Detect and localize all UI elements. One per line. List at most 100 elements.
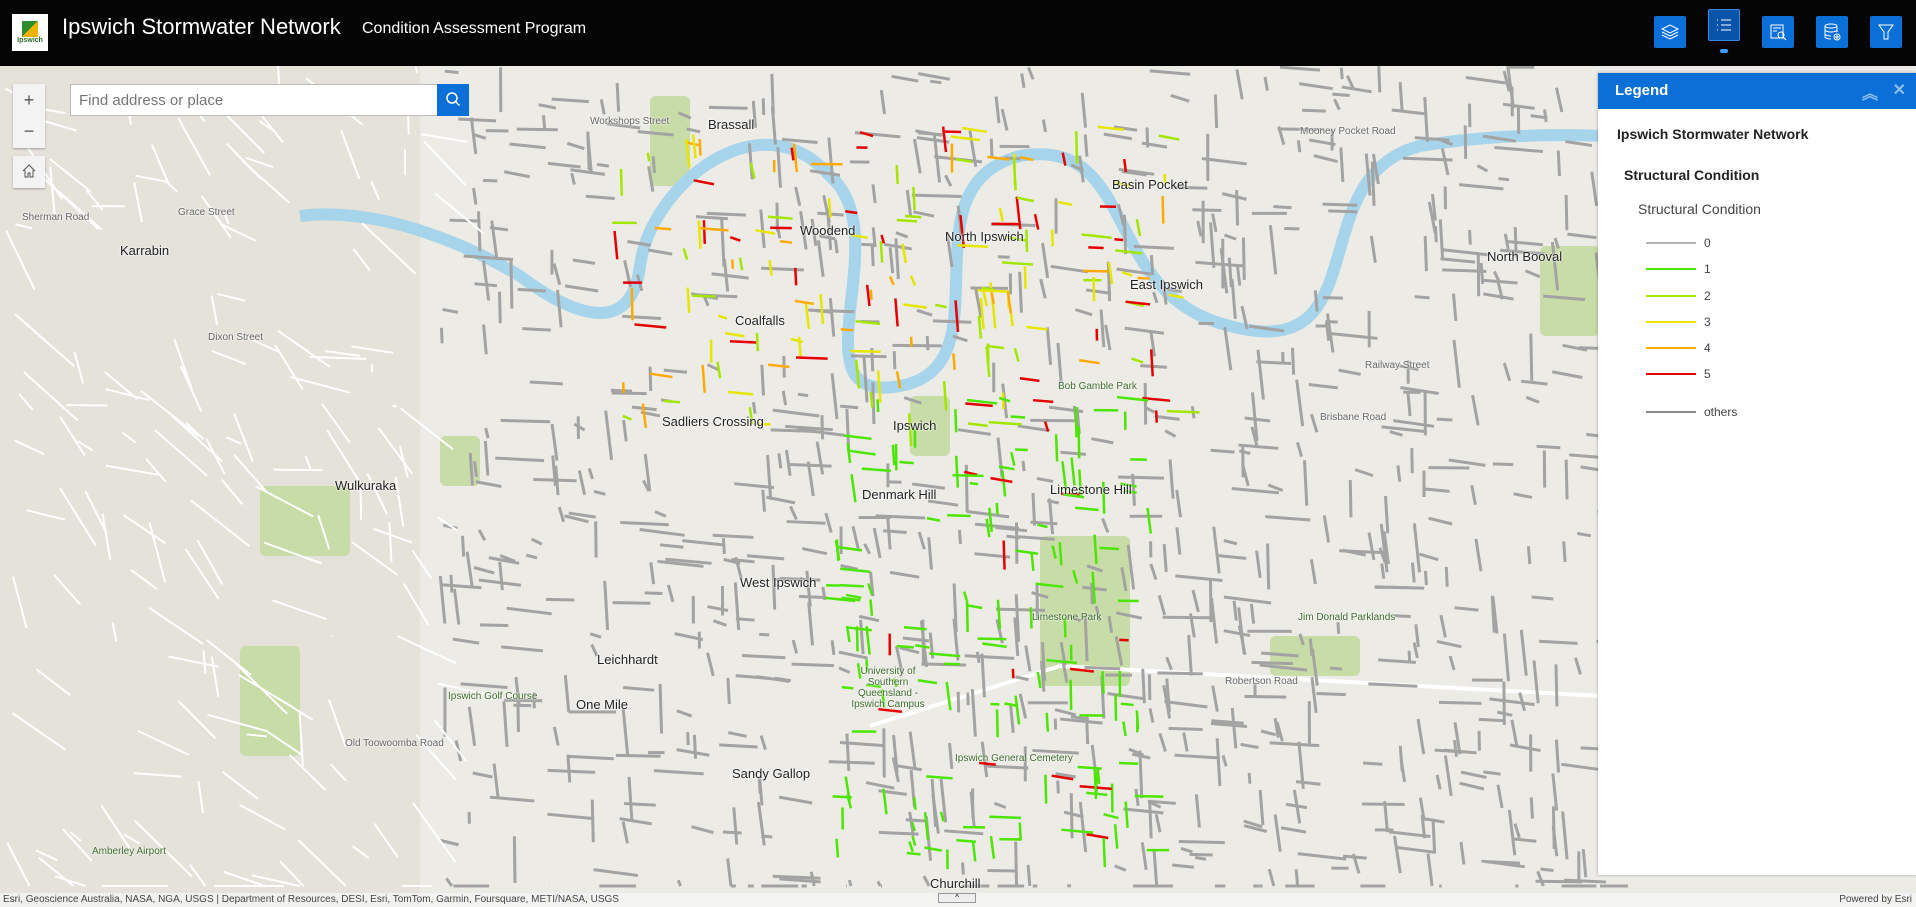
pipe-other bbox=[830, 373, 839, 420]
pipe-other bbox=[1041, 242, 1050, 279]
pipe-other bbox=[922, 875, 931, 887]
map-label: North Ipswich bbox=[945, 229, 1024, 244]
pipe-other bbox=[512, 836, 517, 884]
pipe-condition bbox=[1161, 196, 1165, 224]
pipe-other bbox=[566, 141, 585, 151]
park-area bbox=[240, 646, 300, 756]
pipe-condition bbox=[1026, 325, 1048, 331]
home-button[interactable] bbox=[13, 156, 45, 188]
powered-by[interactable]: Powered by Esri bbox=[1839, 894, 1912, 906]
pipe-other bbox=[772, 874, 821, 880]
zoom-in-button[interactable]: + bbox=[13, 84, 45, 116]
pipe-other bbox=[913, 138, 922, 174]
pipe-other bbox=[623, 685, 655, 692]
pipe-other bbox=[1256, 349, 1265, 400]
pipe-other bbox=[612, 601, 651, 605]
pipe-condition bbox=[794, 299, 815, 306]
pipe-other bbox=[1192, 208, 1222, 212]
pipe-condition bbox=[1158, 134, 1180, 141]
map-label: Ipswich Golf Course bbox=[448, 691, 538, 702]
pipe-condition bbox=[767, 215, 793, 220]
pipe-other bbox=[917, 531, 926, 550]
pipe-other bbox=[944, 174, 953, 187]
pipe-other bbox=[465, 551, 474, 588]
pipe-other bbox=[1210, 448, 1235, 454]
pipe-other bbox=[1416, 718, 1426, 755]
street bbox=[331, 634, 334, 638]
pipe-other bbox=[525, 553, 538, 560]
pipe-other bbox=[789, 505, 798, 521]
search-button[interactable] bbox=[437, 84, 469, 116]
layers-button[interactable] bbox=[1654, 16, 1686, 48]
pipe-other bbox=[1428, 516, 1453, 526]
pipe-condition bbox=[1114, 238, 1124, 242]
pipe-condition bbox=[1122, 721, 1127, 737]
pipe-condition bbox=[654, 226, 672, 231]
legend-layer-title: Ipswich Stormwater Network bbox=[1617, 126, 1809, 142]
pipe-other bbox=[615, 753, 661, 758]
filter-button[interactable] bbox=[1870, 16, 1902, 48]
pipe-other bbox=[473, 460, 478, 477]
map-label: Limestone Park bbox=[1032, 612, 1102, 623]
pipe-condition bbox=[840, 328, 854, 332]
pipe-other bbox=[1510, 719, 1519, 748]
pipe-other bbox=[1367, 532, 1376, 561]
attribution-expand-button[interactable]: ^ bbox=[938, 893, 976, 903]
legend-button[interactable] bbox=[1708, 9, 1740, 41]
pipe-other bbox=[1194, 794, 1201, 828]
pipe-condition bbox=[619, 168, 624, 196]
pipe-other bbox=[611, 391, 647, 396]
pipe-other bbox=[1232, 600, 1238, 621]
pipe-other bbox=[995, 526, 1028, 533]
pipe-other bbox=[509, 259, 514, 309]
zoom-out-button[interactable]: − bbox=[13, 116, 45, 148]
pipe-condition bbox=[1018, 822, 1022, 841]
pipe-condition bbox=[1077, 426, 1081, 459]
pipe-other bbox=[658, 683, 664, 734]
pipe-condition bbox=[957, 243, 988, 248]
pipe-condition bbox=[790, 337, 804, 344]
pipe-other bbox=[1122, 214, 1128, 255]
query-button[interactable] bbox=[1762, 16, 1794, 48]
add-data-button[interactable] bbox=[1816, 16, 1848, 48]
pipe-other bbox=[1529, 333, 1534, 381]
pipe-condition bbox=[1069, 679, 1073, 711]
pipe-other bbox=[482, 260, 491, 301]
pipe-other bbox=[770, 73, 775, 114]
pipe-condition bbox=[876, 370, 882, 403]
pipe-condition bbox=[989, 815, 1021, 820]
collapse-icon[interactable]: ︽ bbox=[1862, 80, 1878, 104]
pipe-other bbox=[1056, 780, 1060, 794]
pipe-condition bbox=[1093, 769, 1098, 800]
pipe-other bbox=[847, 879, 853, 887]
legend-item-label: 2 bbox=[1704, 289, 1711, 303]
pipe-condition bbox=[977, 315, 983, 339]
legend-item-label: 1 bbox=[1704, 262, 1711, 276]
legend-item-label: 0 bbox=[1704, 236, 1711, 250]
pipe-condition bbox=[804, 301, 811, 330]
pipe-other bbox=[759, 632, 770, 637]
pipe-other bbox=[547, 812, 593, 821]
pipe-other bbox=[1313, 154, 1338, 164]
pipe-condition bbox=[768, 259, 773, 276]
pipe-other bbox=[1448, 655, 1456, 671]
pipe-other bbox=[1174, 753, 1221, 760]
pipe-condition bbox=[682, 248, 689, 260]
pipe-other bbox=[1083, 134, 1089, 157]
pipe-condition bbox=[716, 361, 722, 379]
pipe-condition bbox=[1010, 451, 1016, 466]
pipe-other bbox=[707, 605, 729, 613]
pipe-other bbox=[1435, 774, 1442, 790]
pipe-other bbox=[644, 591, 663, 596]
pipe-condition bbox=[1113, 824, 1119, 849]
pipe-condition bbox=[998, 207, 1004, 222]
close-icon[interactable]: ✕ bbox=[1893, 80, 1906, 100]
pipe-other bbox=[1338, 368, 1361, 376]
pipe-other bbox=[442, 307, 459, 314]
pipe-other bbox=[691, 825, 714, 835]
pipe-other bbox=[522, 327, 551, 332]
search-input[interactable] bbox=[70, 84, 438, 116]
pipe-other bbox=[761, 266, 804, 272]
pipe-other bbox=[888, 247, 895, 274]
pipe-other bbox=[530, 537, 543, 546]
